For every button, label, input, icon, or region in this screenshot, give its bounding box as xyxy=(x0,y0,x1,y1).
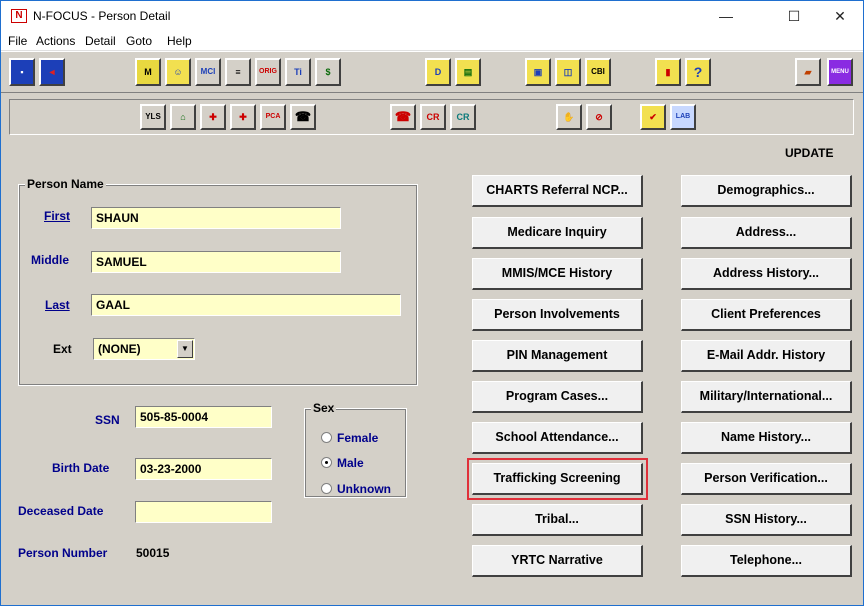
last-name-label[interactable]: Last xyxy=(45,298,70,312)
copy-window-icon[interactable]: ◫ xyxy=(555,58,581,86)
menu-icon[interactable]: MENU xyxy=(827,58,853,86)
secondary-toolbar: YLS ⌂ ✚ ✚ PCA ☎ ☎ CR CR ✋ ⊘ ✔ LAB xyxy=(9,99,854,135)
name-history-button[interactable]: Name History... xyxy=(681,422,852,454)
birth-date-label: Birth Date xyxy=(52,461,110,475)
phone-red-icon[interactable]: ☎ xyxy=(390,104,416,130)
person-number-label: Person Number xyxy=(18,546,108,560)
deceased-date-field[interactable] xyxy=(135,501,272,523)
exit-icon[interactable]: ▪ xyxy=(9,58,35,86)
ext-label: Ext xyxy=(53,342,72,356)
ext-select[interactable]: (NONE) ▼ xyxy=(93,338,195,360)
d-icon[interactable]: D xyxy=(425,58,451,86)
menu-help[interactable]: Help xyxy=(167,34,192,48)
lab-icon[interactable]: LAB xyxy=(670,104,696,130)
ssn-field[interactable]: 505-85-0004 xyxy=(135,406,272,428)
sex-legend: Sex xyxy=(311,401,337,415)
menu-actions[interactable]: Actions xyxy=(36,34,75,48)
document-icon[interactable]: ▤ xyxy=(455,58,481,86)
first-name-label[interactable]: First xyxy=(44,209,70,223)
cr-teal-icon[interactable]: CR xyxy=(450,104,476,130)
last-name-field[interactable]: GAAL xyxy=(91,294,401,316)
main-toolbar: ▪ ◄ M ☺ MCI ≡ ORIG Ti $ D ▤ ▣ ◫ CBI ▮ ? … xyxy=(1,51,863,93)
sex-male-label: Male xyxy=(337,456,364,470)
window-icon[interactable]: ▣ xyxy=(525,58,551,86)
folder-icon[interactable]: ▰ xyxy=(795,58,821,86)
menu-bar: File Actions Detail Goto Help xyxy=(1,31,863,51)
address-button[interactable]: Address... xyxy=(681,217,852,249)
pca-icon[interactable]: PCA xyxy=(260,104,286,130)
program-cases-button[interactable]: Program Cases... xyxy=(472,381,643,413)
radio-unchecked-icon xyxy=(321,432,332,443)
method-icon[interactable]: $ xyxy=(315,58,341,86)
person-detail-window: N N-FOCUS - Person Detail — ☐ ✕ File Act… xyxy=(0,0,864,606)
ext-select-value: (NONE) xyxy=(98,342,141,356)
person-involvements-button[interactable]: Person Involvements xyxy=(472,299,643,331)
sex-unknown-radio[interactable]: Unknown xyxy=(321,482,391,496)
menu-file[interactable]: File xyxy=(8,34,27,48)
yls-icon[interactable]: YLS xyxy=(140,104,166,130)
update-status-label: UPDATE xyxy=(785,146,834,160)
chevron-down-icon[interactable]: ▼ xyxy=(177,340,193,358)
m-icon[interactable]: M xyxy=(135,58,161,86)
phone-icon[interactable]: ☎ xyxy=(290,104,316,130)
title-bar: N N-FOCUS - Person Detail — ☐ ✕ xyxy=(1,1,863,31)
radio-checked-icon xyxy=(321,457,332,468)
deceased-date-label: Deceased Date xyxy=(18,504,104,518)
checklist-icon[interactable]: ✔ xyxy=(640,104,666,130)
tribal-button[interactable]: Tribal... xyxy=(472,504,643,536)
handshake-icon[interactable]: ✋ xyxy=(556,104,582,130)
menu-goto[interactable]: Goto xyxy=(126,34,152,48)
notepad-icon[interactable]: ≡ xyxy=(225,58,251,86)
ti-icon[interactable]: Ti xyxy=(285,58,311,86)
medicare-inquiry-button[interactable]: Medicare Inquiry xyxy=(472,217,643,249)
person-number-value: 50015 xyxy=(136,546,170,560)
person-icon[interactable]: ☺ xyxy=(165,58,191,86)
medical-check-icon[interactable]: ✚ xyxy=(200,104,226,130)
person-verification-button[interactable]: Person Verification... xyxy=(681,463,852,495)
trafficking-screening-button[interactable]: Trafficking Screening xyxy=(467,458,648,500)
radio-unchecked-icon xyxy=(321,483,332,494)
first-name-field[interactable]: SHAUN xyxy=(91,207,341,229)
ssn-label: SSN xyxy=(95,413,120,427)
yrtc-narrative-button[interactable]: YRTC Narrative xyxy=(472,545,643,577)
telephone-button[interactable]: Telephone... xyxy=(681,545,852,577)
sex-male-radio[interactable]: Male xyxy=(321,456,364,470)
help-icon[interactable]: ? xyxy=(685,58,711,86)
medical-doc-icon[interactable]: ✚ xyxy=(230,104,256,130)
cr-red-icon[interactable]: CR xyxy=(420,104,446,130)
demographics-button[interactable]: Demographics... xyxy=(681,175,852,207)
close-button[interactable]: ✕ xyxy=(817,1,863,31)
middle-name-label: Middle xyxy=(31,253,69,267)
cbi-icon[interactable]: CBI xyxy=(585,58,611,86)
sex-female-radio[interactable]: Female xyxy=(321,431,378,445)
menu-detail[interactable]: Detail xyxy=(85,34,116,48)
mci-icon[interactable]: MCI xyxy=(195,58,221,86)
middle-name-field[interactable]: SAMUEL xyxy=(91,251,341,273)
email-addr-history-button[interactable]: E-Mail Addr. History xyxy=(681,340,852,372)
maximize-button[interactable]: ☐ xyxy=(771,1,817,31)
house-person-icon[interactable]: ⌂ xyxy=(170,104,196,130)
pin-management-button[interactable]: PIN Management xyxy=(472,340,643,372)
mmis-mce-history-button[interactable]: MMIS/MCE History xyxy=(472,258,643,290)
ssn-history-button[interactable]: SSN History... xyxy=(681,504,852,536)
window-title: N-FOCUS - Person Detail xyxy=(33,9,171,23)
sex-unknown-label: Unknown xyxy=(337,482,391,496)
no-edit-icon[interactable]: ⊘ xyxy=(586,104,612,130)
person-name-legend: Person Name xyxy=(25,177,106,191)
sex-female-label: Female xyxy=(337,431,379,445)
app-icon: N xyxy=(11,9,27,23)
chart-icon[interactable]: ▮ xyxy=(655,58,681,86)
back-icon[interactable]: ◄ xyxy=(39,58,65,86)
military-international-button[interactable]: Military/International... xyxy=(681,381,852,413)
client-preferences-button[interactable]: Client Preferences xyxy=(681,299,852,331)
school-attendance-button[interactable]: School Attendance... xyxy=(472,422,643,454)
birth-date-field[interactable]: 03-23-2000 xyxy=(135,458,272,480)
minimize-button[interactable]: — xyxy=(703,1,749,31)
orig-icon[interactable]: ORIG xyxy=(255,58,281,86)
address-history-button[interactable]: Address History... xyxy=(681,258,852,290)
charts-referral-ncp-button[interactable]: CHARTS Referral NCP... xyxy=(472,175,643,207)
